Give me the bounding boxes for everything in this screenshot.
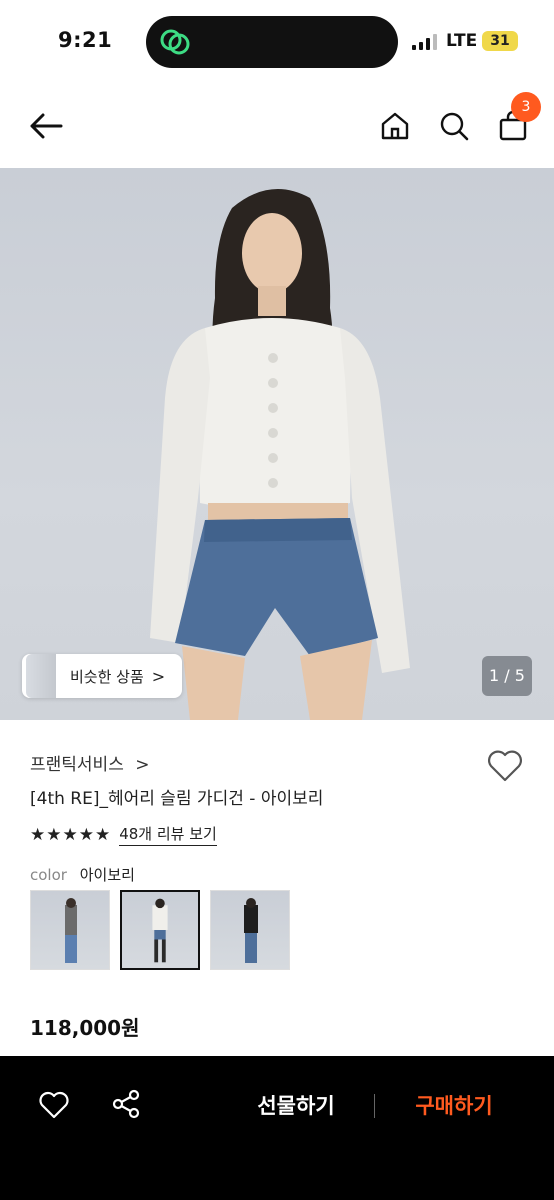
dynamic-island	[146, 16, 398, 68]
chevron-right-icon: >	[135, 755, 150, 775]
color-row: color 아이보리	[30, 864, 135, 885]
top-navigation: 3	[0, 84, 554, 168]
back-button[interactable]	[24, 104, 68, 148]
share-icon[interactable]	[110, 1088, 142, 1120]
product-detail-page: 9:21 LTE 31 3 비슷한 상품 > 1 / 5 프랜틱서비스 > [4…	[0, 0, 554, 1200]
search-icon	[440, 112, 469, 141]
cart-count-badge: 3	[511, 92, 541, 122]
color-swatch-black[interactable]	[210, 890, 290, 970]
buy-button[interactable]: 구매하기	[398, 1086, 510, 1126]
star-rating-icon: ★★★★★	[30, 824, 112, 845]
color-label: color	[30, 866, 67, 884]
similar-product-thumbnail	[26, 654, 56, 698]
heart-icon[interactable]	[486, 748, 524, 784]
chevron-right-icon: >	[151, 666, 166, 686]
product-photo	[150, 189, 410, 720]
brand-link[interactable]: 프랜틱서비스 >	[30, 750, 150, 775]
image-page-indicator: 1 / 5	[482, 656, 532, 696]
battery-level: 31	[482, 31, 518, 51]
home-button[interactable]	[373, 104, 417, 148]
divider	[374, 1094, 375, 1118]
bottom-action-bar: 선물하기 구매하기	[0, 1056, 554, 1200]
network-type: LTE	[446, 31, 478, 51]
color-swatches	[30, 890, 300, 970]
product-image-gallery[interactable]: 비슷한 상품 > 1 / 5	[0, 168, 554, 720]
product-price: 118,000원	[30, 1016, 140, 1040]
color-swatch-ivory[interactable]	[120, 890, 200, 970]
home-icon	[381, 112, 409, 140]
swatch-image	[152, 898, 168, 963]
swatch-image	[65, 898, 77, 963]
arrow-left-icon	[30, 113, 63, 139]
similar-products-label: 비슷한 상품	[70, 667, 144, 686]
swatch-image	[244, 898, 258, 963]
status-bar: 9:21 LTE 31	[0, 0, 554, 84]
color-value: 아이보리	[79, 866, 135, 884]
signal-icon	[412, 34, 437, 50]
link-icon	[160, 29, 190, 55]
gift-button[interactable]: 선물하기	[236, 1086, 356, 1126]
product-info: 프랜틱서비스 > [4th RE]_헤어리 슬림 가디건 - 아이보리 ★★★★…	[0, 720, 554, 1056]
product-title: [4th RE]_헤어리 슬림 가디건 - 아이보리	[30, 789, 324, 809]
status-time: 9:21	[58, 28, 113, 52]
brand-name: 프랜틱서비스	[30, 755, 124, 775]
search-button[interactable]	[432, 104, 476, 148]
color-swatch-grey[interactable]	[30, 890, 110, 970]
similar-products-button[interactable]: 비슷한 상품 >	[22, 654, 182, 698]
rating-row: ★★★★★ 48개 리뷰 보기	[30, 823, 217, 846]
heart-icon[interactable]	[38, 1090, 70, 1120]
review-link[interactable]: 48개 리뷰 보기	[119, 823, 217, 846]
